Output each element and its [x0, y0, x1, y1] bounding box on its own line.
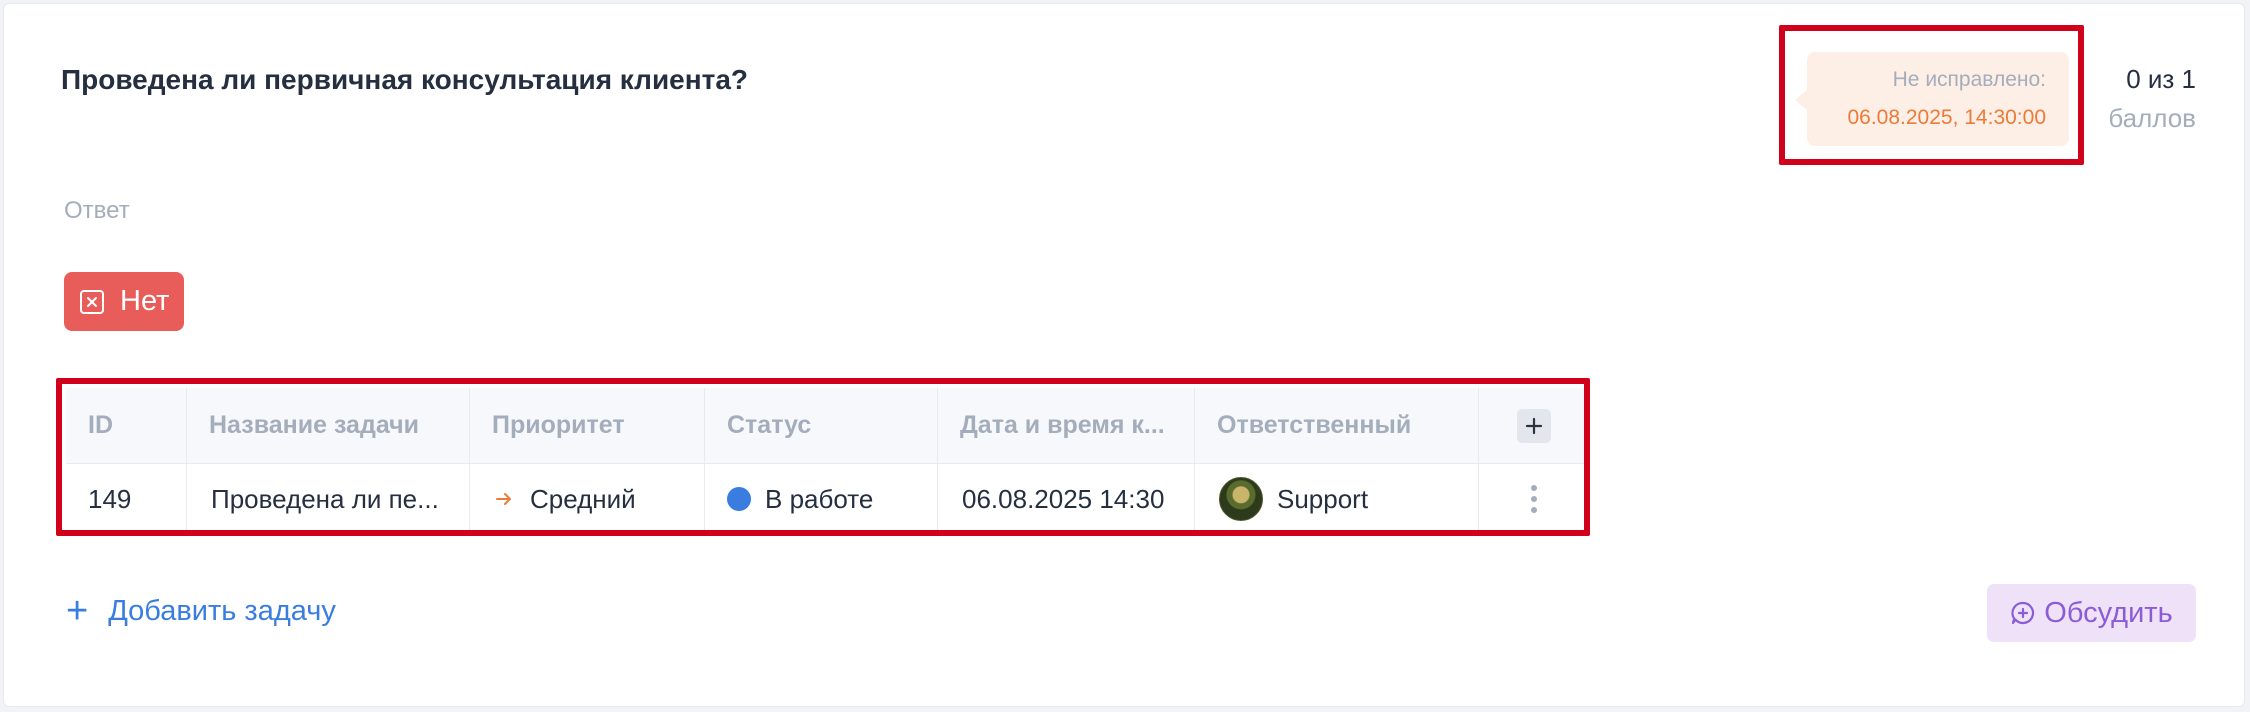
- answer-value: Нет: [120, 285, 170, 317]
- answer-label: Ответ: [64, 197, 130, 224]
- score: 0 из 1 баллов: [2092, 64, 2196, 134]
- chat-plus-icon: [2011, 601, 2035, 625]
- score-unit: баллов: [2108, 103, 2196, 133]
- highlight-box-table: [56, 378, 1590, 536]
- add-task-label: Добавить задачу: [108, 594, 336, 627]
- answer-value-pill: Нет: [64, 272, 184, 331]
- discuss-button[interactable]: Обсудить: [1987, 584, 2196, 642]
- score-value: 0 из 1: [2126, 64, 2196, 94]
- add-task-button[interactable]: + Добавить задачу: [66, 592, 336, 630]
- discuss-label: Обсудить: [2044, 596, 2173, 629]
- highlight-box-deadline: [1779, 25, 2084, 165]
- question-title: Проведена ли первичная консультация клие…: [61, 64, 749, 95]
- close-box-icon: [80, 289, 104, 314]
- plus-icon: +: [66, 590, 89, 632]
